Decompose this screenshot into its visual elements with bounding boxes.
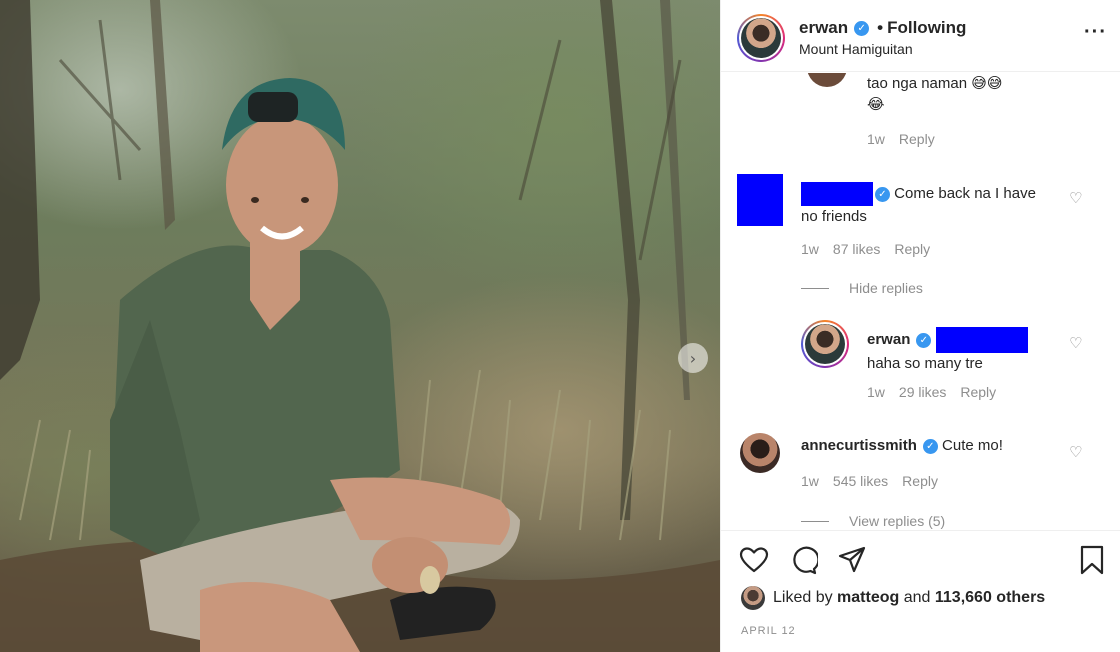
reply-text: erwan ✓ haha so many tre bbox=[867, 327, 1087, 374]
comment-text: tao nga naman 😅😅 😂 bbox=[867, 75, 1003, 113]
reply-button[interactable]: Reply bbox=[902, 473, 938, 489]
view-replies-button[interactable]: View replies (5) bbox=[801, 513, 945, 529]
comment-likes[interactable]: 545 likes bbox=[833, 473, 888, 489]
reply-author-avatar[interactable] bbox=[801, 320, 849, 368]
verified-badge-icon: ✓ bbox=[922, 438, 938, 454]
reply-like-heart-icon[interactable]: ♡ bbox=[1069, 334, 1082, 352]
post-photo: › bbox=[0, 0, 720, 652]
commenter-avatar[interactable] bbox=[807, 73, 847, 87]
photo-illustration bbox=[0, 0, 720, 652]
comment-time: 1w bbox=[801, 473, 819, 489]
liked-by-and: and bbox=[903, 589, 931, 606]
reply-likes[interactable]: 29 likes bbox=[899, 384, 946, 400]
author-avatar[interactable] bbox=[737, 14, 785, 62]
post-date[interactable]: APRIL 12 bbox=[741, 625, 796, 637]
verified-badge-icon: ✓ bbox=[916, 332, 932, 348]
share-icon[interactable] bbox=[837, 545, 867, 575]
reply-meta: 1w 29 likes Reply bbox=[867, 384, 996, 400]
redacted-avatar bbox=[737, 174, 783, 226]
author-username[interactable]: erwan bbox=[799, 18, 848, 38]
comment-meta: 1w 87 likes Reply bbox=[801, 241, 930, 257]
reply-username[interactable]: erwan bbox=[867, 331, 910, 348]
bookmark-icon[interactable] bbox=[1077, 545, 1107, 575]
comment-time: 1w bbox=[801, 241, 819, 257]
comment-text: ✓ Come back na I have no friends bbox=[801, 182, 1061, 227]
comment-likes[interactable]: 87 likes bbox=[833, 241, 880, 257]
comment-time: 1w bbox=[867, 131, 885, 147]
post-location[interactable]: Mount Hamiguitan bbox=[799, 41, 913, 57]
redacted-username bbox=[801, 182, 873, 206]
liked-by-prefix: Liked by bbox=[773, 589, 833, 606]
more-options-icon[interactable]: ··· bbox=[1084, 22, 1107, 42]
post-header: erwan ✓ • Following Mount Hamiguitan ··· bbox=[721, 0, 1120, 72]
comments-list[interactable]: tao nga naman 😅😅 😂 1w Reply ✓ Come back … bbox=[721, 73, 1120, 529]
likes-count[interactable]: 113,660 others bbox=[935, 589, 1045, 607]
heart-icon[interactable] bbox=[739, 545, 769, 575]
post-detail-panel: erwan ✓ • Following Mount Hamiguitan ···… bbox=[720, 0, 1120, 652]
comment-icon[interactable] bbox=[788, 545, 818, 575]
redacted-mention bbox=[935, 327, 1028, 353]
reply-time: 1w bbox=[867, 384, 885, 400]
divider-line bbox=[801, 287, 829, 289]
comment-like-heart-icon[interactable]: ♡ bbox=[1069, 443, 1082, 461]
comment-username[interactable]: annecurtissmith bbox=[801, 437, 917, 454]
liked-by-row: Liked by matteog and 113,660 others bbox=[741, 586, 1045, 610]
commenter-avatar[interactable] bbox=[740, 433, 780, 473]
author-row: erwan ✓ • Following bbox=[799, 18, 966, 38]
verified-badge-icon: ✓ bbox=[875, 186, 890, 202]
divider-line bbox=[801, 520, 829, 522]
comment-like-heart-icon[interactable]: ♡ bbox=[1069, 189, 1082, 207]
comment-meta: 1w Reply bbox=[867, 131, 935, 147]
carousel-next-button[interactable]: › bbox=[678, 343, 708, 373]
comment-meta: 1w 545 likes Reply bbox=[801, 473, 938, 489]
verified-badge-icon: ✓ bbox=[854, 20, 870, 36]
reply-button[interactable]: Reply bbox=[894, 241, 930, 257]
separator-dot: • bbox=[877, 18, 884, 37]
liker-username[interactable]: matteog bbox=[837, 589, 899, 607]
hide-replies-button[interactable]: Hide replies bbox=[801, 280, 923, 296]
following-button[interactable]: Following bbox=[887, 18, 966, 38]
comment-text: annecurtissmith ✓ Cute mo! bbox=[801, 437, 1003, 454]
liker-avatar[interactable] bbox=[741, 586, 765, 610]
reply-button[interactable]: Reply bbox=[899, 131, 935, 147]
reply-button[interactable]: Reply bbox=[960, 384, 996, 400]
chevron-right-icon: › bbox=[689, 348, 697, 368]
